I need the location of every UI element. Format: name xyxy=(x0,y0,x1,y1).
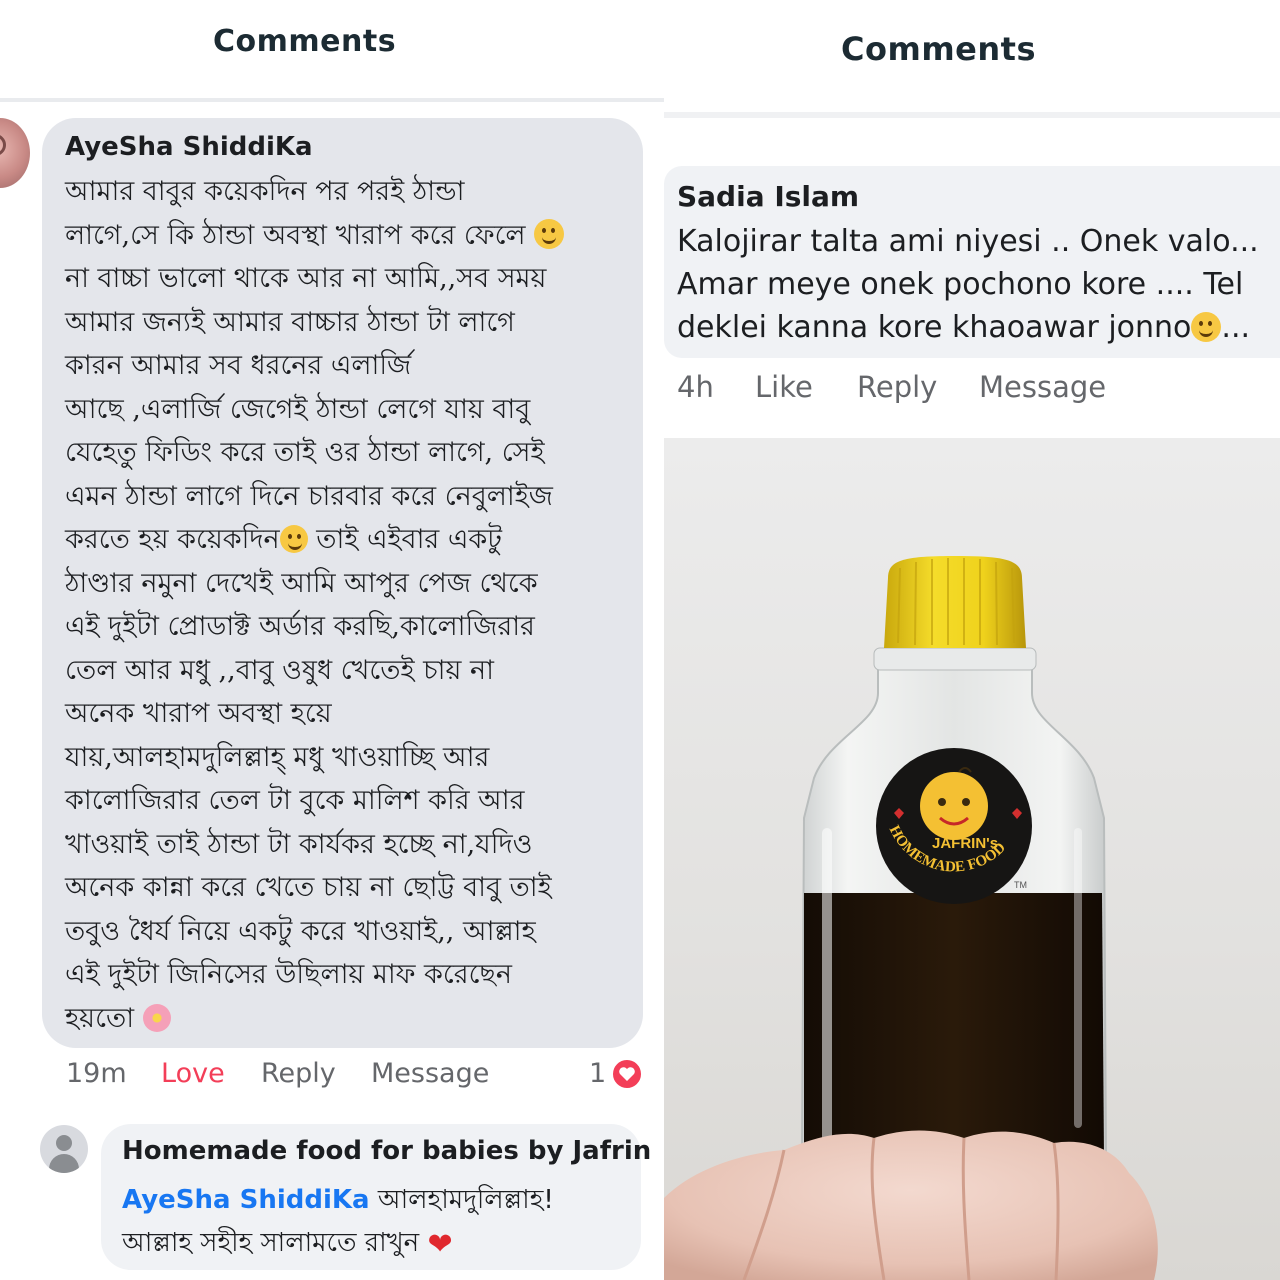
comment-line: deklei kanna kore khaoawar jonno... xyxy=(677,310,1251,345)
comment-line: তেল আর মধু ,,বাবু ওষুধ খেতেই চায় না xyxy=(65,654,494,686)
page-avatar-icon[interactable] xyxy=(40,1125,88,1173)
attached-product-photo[interactable]: JAFRIN's HOMEMADE FOOD TM xyxy=(664,438,1280,1280)
comment-body: আমার বাবুর কয়েকদিন পর পরই ঠান্ডা লাগে,স… xyxy=(65,170,635,1040)
comment-actions: 19m Love Reply Message 1 xyxy=(66,1058,646,1098)
hug-emoji-icon xyxy=(279,525,308,553)
comment-author[interactable]: AyeSha ShiddiKa xyxy=(65,132,313,162)
comment-line: Amar meye onek pochono kore .... Tel xyxy=(677,267,1244,302)
message-button[interactable]: Message xyxy=(371,1058,489,1089)
comment-line: যায়,আলহামদুলিল্লাহ্ মধু খাওয়াচ্ছি আর xyxy=(65,741,490,773)
comment-line: না বাচ্চা ভালো থাকে আর না আমি,,সব সময় xyxy=(65,263,547,294)
commenter-avatar[interactable] xyxy=(0,118,30,188)
comment-line: এই দুইটা জিনিসের উছিলায় মাফ করেছেন xyxy=(65,959,512,990)
comment-line: তবুও ধৈর্য নিয়ে একটু করে খাওয়াই,, আল্ল… xyxy=(65,915,536,947)
comment-line: হয়তো xyxy=(65,997,635,1041)
hand-shape xyxy=(664,1130,1158,1280)
comment-line: এই দুইটা প্রোডাক্ট অর্ডার করছি,কালোজিরার xyxy=(65,611,535,642)
comment-line: আমার জন্যই আমার বাচ্চার ঠান্ডা টা লাগে xyxy=(65,306,515,338)
comment-timestamp[interactable]: 19m xyxy=(66,1058,127,1089)
comment-bubble: Sadia Islam Kalojirar talta ami niyesi .… xyxy=(664,166,1280,358)
left-comments-panel: Comments AyeSha ShiddiKa আমার বাবুর কয়ে… xyxy=(0,0,664,1280)
mention-link[interactable]: AyeSha ShiddiKa xyxy=(122,1185,370,1215)
message-button[interactable]: Message xyxy=(979,370,1106,404)
sweat-smile-emoji-icon xyxy=(1191,312,1222,342)
red-heart-emoji-icon: ❤ xyxy=(427,1227,453,1262)
comments-header: Comments xyxy=(0,0,664,102)
comments-title: Comments xyxy=(213,24,397,59)
comments-header: Comments xyxy=(664,0,1280,112)
reply-button[interactable]: Reply xyxy=(261,1058,336,1089)
comment-line: আমার বাবুর কয়েকদিন পর পরই ঠান্ডা xyxy=(65,176,465,207)
comment-line: অনেক খারাপ অবস্থা হয়ে xyxy=(65,698,332,729)
smile-emoji-icon xyxy=(534,218,565,249)
comments-title: Comments xyxy=(841,30,1036,68)
comment-author[interactable]: Sadia Islam xyxy=(677,180,859,213)
comment-body: Kalojirar talta ami niyesi .. Onek valo.… xyxy=(677,220,1277,349)
comment-line: কালোজিরার তেল টা বুকে মালিশ করি আর xyxy=(65,785,525,816)
reply-bubble: Homemade food for babies by Jafrin AyeSh… xyxy=(101,1124,651,1270)
oil-bottle-image: JAFRIN's HOMEMADE FOOD TM xyxy=(664,556,1158,1280)
reaction-count[interactable]: 1 xyxy=(589,1058,606,1089)
comment-line: অনেক কান্না করে খেতে চায় না ছোট্ট বাবু … xyxy=(65,872,552,903)
reply-line: AyeSha ShiddiKa আলহামদুলিল্লাহ! xyxy=(122,1185,554,1215)
comment-line: Kalojirar talta ami niyesi .. Onek valo.… xyxy=(677,224,1259,259)
heart-reaction-icon[interactable] xyxy=(611,1058,643,1090)
comment-line: আছে ,এলার্জি জেগেই ঠান্ডা লেগে যায় বাবু xyxy=(65,393,531,425)
right-comments-panel: Comments Sadia Islam Kalojirar talta ami… xyxy=(664,0,1280,1280)
comment-bubble: AyeSha ShiddiKa আমার বাবুর কয়েকদিন পর প… xyxy=(42,118,643,1048)
love-reaction-button[interactable]: Love xyxy=(161,1058,225,1089)
comment-timestamp[interactable]: 4h xyxy=(677,370,714,404)
flower-emoji-icon xyxy=(142,1003,171,1032)
trademark-text: TM xyxy=(1014,880,1027,890)
reply-line: আল্লাহ সহীহ সালামতে রাখুন ❤ xyxy=(122,1227,453,1262)
like-button[interactable]: Like xyxy=(755,370,813,404)
comment-actions: 4h Like Reply Message xyxy=(677,370,1277,410)
comment-line: ঠাণ্ডার নমুনা দেখেই আমি আপুর পেজ থেকে xyxy=(65,567,538,599)
reply-author[interactable]: Homemade food for babies by Jafrin xyxy=(122,1136,651,1166)
reply-button[interactable]: Reply xyxy=(857,370,937,404)
comment-line: যেহেতু ফিডিং করে তাই ওর ঠান্ডা লাগে, সেই xyxy=(65,437,545,468)
comment-line: এমন ঠান্ডা লাগে দিনে চারবার করে নেবুলাইজ xyxy=(65,480,553,512)
comment-line: খাওয়াই তাই ঠান্ডা টা কার্যকর হচ্ছে না,য… xyxy=(65,828,533,860)
header-divider xyxy=(664,112,1280,118)
comment-line: কারন আমার সব ধরনের এলার্জি xyxy=(65,350,412,381)
comment-line: লাগে,সে কি ঠান্ডা অবস্থা খারাপ করে ফেলে xyxy=(65,214,635,258)
header-divider xyxy=(0,98,664,102)
comment-line: করতে হয় কয়েকদিন তাই এইবার একটু xyxy=(65,524,502,555)
